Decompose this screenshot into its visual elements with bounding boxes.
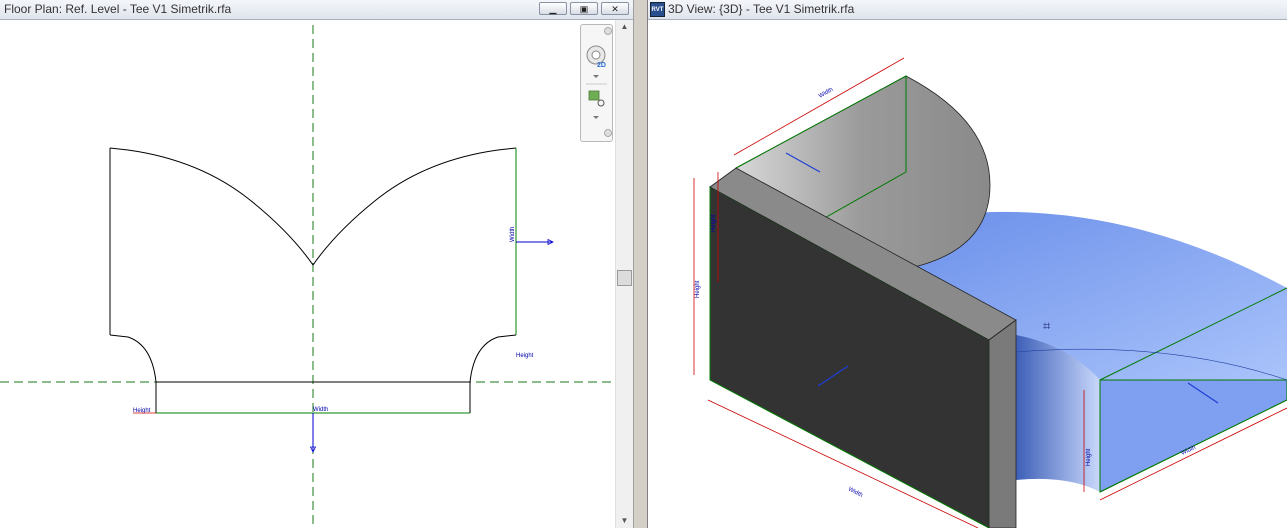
navbar-close-icon[interactable]: [604, 27, 612, 35]
dim-label-width-front[interactable]: Width: [847, 486, 863, 499]
navigation-bar[interactable]: 2D: [580, 24, 613, 142]
steering-wheel-inner: [591, 50, 601, 60]
floor-plan-vertical-scrollbar[interactable]: ▲ ▼: [615, 20, 633, 528]
3d-canvas[interactable]: ⌗ Width Height Height Width Height Width: [648, 20, 1287, 528]
floor-plan-canvas[interactable]: Width Width Height Height: [0, 20, 616, 528]
tee-left-fillet[interactable]: [109, 334, 157, 413]
dim-label-width-top[interactable]: Width: [818, 87, 834, 100]
minimize-button[interactable]: ▁: [539, 2, 567, 15]
dim-label-height-inner[interactable]: Height: [711, 214, 717, 232]
tee-right-fillet[interactable]: [469, 334, 517, 413]
navbar-graphic: 2D: [586, 27, 612, 137]
view-splitter[interactable]: [633, 0, 648, 528]
scroll-up-arrow-icon[interactable]: ▲: [616, 20, 633, 34]
dim-label-width-right[interactable]: Width: [510, 227, 516, 242]
navbar-options-icon[interactable]: [604, 129, 612, 137]
zoom-dropdown-chevron-icon[interactable]: [593, 116, 599, 119]
floor-plan-view[interactable]: Floor Plan: Ref. Level - Tee V1 Simetrik…: [0, 0, 633, 528]
branch-end-face[interactable]: [1099, 379, 1287, 493]
3d-view-titlebar[interactable]: RVT 3D View: {3D} - Tee V1 Simetrik.rfa: [648, 0, 1287, 20]
dim-label-height-outer[interactable]: Height: [695, 280, 701, 298]
scroll-thumb[interactable]: [617, 270, 632, 286]
zoom-region-icon[interactable]: [588, 90, 600, 101]
zoom-magnifier-icon: [597, 99, 605, 107]
floor-plan-titlebar[interactable]: Floor Plan: Ref. Level - Tee V1 Simetrik…: [0, 0, 633, 20]
3d-view-title: 3D View: {3D} - Tee V1 Simetrik.rfa: [668, 2, 855, 16]
connector-symbol-icon[interactable]: ⌗: [1043, 318, 1051, 333]
floor-plan-title: Floor Plan: Ref. Level - Tee V1 Simetrik…: [4, 2, 232, 16]
close-button[interactable]: ✕: [601, 2, 629, 15]
dim-label-height-right[interactable]: Height: [516, 353, 534, 359]
wheel-dropdown-chevron-icon[interactable]: [593, 75, 599, 78]
wheel-2d-badge: 2D: [597, 62, 606, 69]
dim-label-height-branch[interactable]: Height: [1086, 448, 1092, 466]
grey-side-slab[interactable]: [988, 319, 1017, 528]
3d-view[interactable]: RVT 3D View: {3D} - Tee V1 Simetrik.rfa: [648, 0, 1287, 528]
dim-label-width-bottom[interactable]: Width: [313, 407, 328, 413]
restore-button[interactable]: ▣: [570, 2, 598, 15]
scroll-down-arrow-icon[interactable]: ▼: [616, 514, 633, 528]
revit-file-icon: RVT: [650, 2, 665, 17]
